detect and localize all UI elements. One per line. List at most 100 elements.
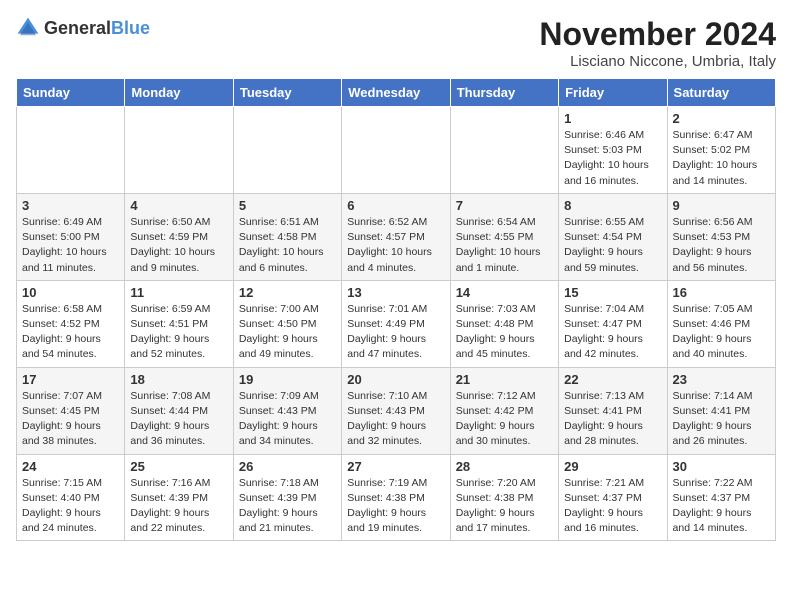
header-cell-sunday: Sunday bbox=[17, 79, 125, 107]
day-info: Sunrise: 6:49 AM Sunset: 5:00 PM Dayligh… bbox=[22, 215, 119, 276]
day-info: Sunrise: 7:19 AM Sunset: 4:38 PM Dayligh… bbox=[347, 476, 444, 537]
day-info: Sunrise: 7:10 AM Sunset: 4:43 PM Dayligh… bbox=[347, 389, 444, 450]
day-number: 9 bbox=[673, 198, 770, 213]
day-cell: 27 Sunrise: 7:19 AM Sunset: 4:38 PM Dayli… bbox=[342, 454, 450, 541]
day-number: 6 bbox=[347, 198, 444, 213]
day-number: 24 bbox=[22, 459, 119, 474]
day-info: Sunrise: 7:14 AM Sunset: 4:41 PM Dayligh… bbox=[673, 389, 770, 450]
logo-text-general: General bbox=[44, 18, 111, 38]
day-cell: 12 Sunrise: 7:00 AM Sunset: 4:50 PM Dayli… bbox=[233, 280, 341, 367]
day-info: Sunrise: 7:07 AM Sunset: 4:45 PM Dayligh… bbox=[22, 389, 119, 450]
day-info: Sunrise: 6:51 AM Sunset: 4:58 PM Dayligh… bbox=[239, 215, 336, 276]
day-info: Sunrise: 6:55 AM Sunset: 4:54 PM Dayligh… bbox=[564, 215, 661, 276]
day-number: 20 bbox=[347, 372, 444, 387]
day-number: 7 bbox=[456, 198, 553, 213]
day-info: Sunrise: 7:03 AM Sunset: 4:48 PM Dayligh… bbox=[456, 302, 553, 363]
day-number: 30 bbox=[673, 459, 770, 474]
day-info: Sunrise: 7:05 AM Sunset: 4:46 PM Dayligh… bbox=[673, 302, 770, 363]
day-number: 16 bbox=[673, 285, 770, 300]
day-number: 3 bbox=[22, 198, 119, 213]
day-number: 10 bbox=[22, 285, 119, 300]
week-row-1: 1 Sunrise: 6:46 AM Sunset: 5:03 PM Daylig… bbox=[17, 107, 776, 194]
day-cell bbox=[125, 107, 233, 194]
day-cell: 30 Sunrise: 7:22 AM Sunset: 4:37 PM Dayli… bbox=[667, 454, 775, 541]
month-title: November 2024 bbox=[539, 16, 776, 53]
day-cell: 11 Sunrise: 6:59 AM Sunset: 4:51 PM Dayli… bbox=[125, 280, 233, 367]
header-cell-tuesday: Tuesday bbox=[233, 79, 341, 107]
logo: GeneralBlue bbox=[16, 16, 150, 40]
logo-icon bbox=[16, 16, 40, 40]
day-cell: 18 Sunrise: 7:08 AM Sunset: 4:44 PM Dayli… bbox=[125, 367, 233, 454]
day-info: Sunrise: 7:08 AM Sunset: 4:44 PM Dayligh… bbox=[130, 389, 227, 450]
day-number: 2 bbox=[673, 111, 770, 126]
location-subtitle: Lisciano Niccone, Umbria, Italy bbox=[539, 53, 776, 70]
day-cell: 8Sunrise: 6:55 AM Sunset: 4:54 PM Daylig… bbox=[559, 193, 667, 280]
day-cell: 21Sunrise: 7:12 AM Sunset: 4:42 PM Dayli… bbox=[450, 367, 558, 454]
day-cell: 4 Sunrise: 6:50 AM Sunset: 4:59 PM Daylig… bbox=[125, 193, 233, 280]
day-cell: 15 Sunrise: 7:04 AM Sunset: 4:47 PM Dayli… bbox=[559, 280, 667, 367]
day-info: Sunrise: 7:21 AM Sunset: 4:37 PM Dayligh… bbox=[564, 476, 661, 537]
day-info: Sunrise: 7:18 AM Sunset: 4:39 PM Dayligh… bbox=[239, 476, 336, 537]
day-number: 13 bbox=[347, 285, 444, 300]
day-cell: 2 Sunrise: 6:47 AM Sunset: 5:02 PM Daylig… bbox=[667, 107, 775, 194]
day-number: 15 bbox=[564, 285, 661, 300]
day-cell: 3 Sunrise: 6:49 AM Sunset: 5:00 PM Daylig… bbox=[17, 193, 125, 280]
day-info: Sunrise: 6:50 AM Sunset: 4:59 PM Dayligh… bbox=[130, 215, 227, 276]
day-number: 27 bbox=[347, 459, 444, 474]
day-info: Sunrise: 7:01 AM Sunset: 4:49 PM Dayligh… bbox=[347, 302, 444, 363]
day-cell: 23 Sunrise: 7:14 AM Sunset: 4:41 PM Dayli… bbox=[667, 367, 775, 454]
day-cell: 20 Sunrise: 7:10 AM Sunset: 4:43 PM Dayli… bbox=[342, 367, 450, 454]
week-row-3: 10 Sunrise: 6:58 AM Sunset: 4:52 PM Dayli… bbox=[17, 280, 776, 367]
day-info: Sunrise: 7:09 AM Sunset: 4:43 PM Dayligh… bbox=[239, 389, 336, 450]
day-cell: 5 Sunrise: 6:51 AM Sunset: 4:58 PM Daylig… bbox=[233, 193, 341, 280]
day-info: Sunrise: 7:12 AM Sunset: 4:42 PM Dayligh… bbox=[456, 389, 553, 450]
day-cell: 19Sunrise: 7:09 AM Sunset: 4:43 PM Dayli… bbox=[233, 367, 341, 454]
day-number: 1 bbox=[564, 111, 661, 126]
logo-text-blue: Blue bbox=[111, 18, 150, 38]
day-cell: 10 Sunrise: 6:58 AM Sunset: 4:52 PM Dayli… bbox=[17, 280, 125, 367]
header-cell-thursday: Thursday bbox=[450, 79, 558, 107]
day-number: 18 bbox=[130, 372, 227, 387]
day-cell: 24Sunrise: 7:15 AM Sunset: 4:40 PM Dayli… bbox=[17, 454, 125, 541]
day-number: 11 bbox=[130, 285, 227, 300]
day-cell: 14 Sunrise: 7:03 AM Sunset: 4:48 PM Dayli… bbox=[450, 280, 558, 367]
header-cell-saturday: Saturday bbox=[667, 79, 775, 107]
day-info: Sunrise: 6:59 AM Sunset: 4:51 PM Dayligh… bbox=[130, 302, 227, 363]
day-number: 12 bbox=[239, 285, 336, 300]
day-info: Sunrise: 7:16 AM Sunset: 4:39 PM Dayligh… bbox=[130, 476, 227, 537]
day-info: Sunrise: 6:47 AM Sunset: 5:02 PM Dayligh… bbox=[673, 128, 770, 189]
day-cell: 7 Sunrise: 6:54 AM Sunset: 4:55 PM Daylig… bbox=[450, 193, 558, 280]
day-cell: 13 Sunrise: 7:01 AM Sunset: 4:49 PM Dayli… bbox=[342, 280, 450, 367]
day-cell: 28Sunrise: 7:20 AM Sunset: 4:38 PM Dayli… bbox=[450, 454, 558, 541]
day-cell: 25 Sunrise: 7:16 AM Sunset: 4:39 PM Dayli… bbox=[125, 454, 233, 541]
day-info: Sunrise: 6:46 AM Sunset: 5:03 PM Dayligh… bbox=[564, 128, 661, 189]
day-info: Sunrise: 7:00 AM Sunset: 4:50 PM Dayligh… bbox=[239, 302, 336, 363]
day-number: 17 bbox=[22, 372, 119, 387]
day-info: Sunrise: 6:58 AM Sunset: 4:52 PM Dayligh… bbox=[22, 302, 119, 363]
day-cell: 29 Sunrise: 7:21 AM Sunset: 4:37 PM Dayli… bbox=[559, 454, 667, 541]
calendar-body: 1 Sunrise: 6:46 AM Sunset: 5:03 PM Daylig… bbox=[17, 107, 776, 541]
day-cell: 16 Sunrise: 7:05 AM Sunset: 4:46 PM Dayli… bbox=[667, 280, 775, 367]
week-row-4: 17 Sunrise: 7:07 AM Sunset: 4:45 PM Dayli… bbox=[17, 367, 776, 454]
day-info: Sunrise: 7:04 AM Sunset: 4:47 PM Dayligh… bbox=[564, 302, 661, 363]
week-row-2: 3 Sunrise: 6:49 AM Sunset: 5:00 PM Daylig… bbox=[17, 193, 776, 280]
day-number: 5 bbox=[239, 198, 336, 213]
day-number: 23 bbox=[673, 372, 770, 387]
day-number: 4 bbox=[130, 198, 227, 213]
day-info: Sunrise: 6:56 AM Sunset: 4:53 PM Dayligh… bbox=[673, 215, 770, 276]
day-number: 14 bbox=[456, 285, 553, 300]
header: GeneralBlue November 2024 Lisciano Nicco… bbox=[16, 16, 776, 70]
day-number: 29 bbox=[564, 459, 661, 474]
day-number: 26 bbox=[239, 459, 336, 474]
day-cell: 1 Sunrise: 6:46 AM Sunset: 5:03 PM Daylig… bbox=[559, 107, 667, 194]
day-info: Sunrise: 7:22 AM Sunset: 4:37 PM Dayligh… bbox=[673, 476, 770, 537]
header-cell-friday: Friday bbox=[559, 79, 667, 107]
day-info: Sunrise: 6:54 AM Sunset: 4:55 PM Dayligh… bbox=[456, 215, 553, 276]
calendar-table: SundayMondayTuesdayWednesdayThursdayFrid… bbox=[16, 78, 776, 541]
title-area: November 2024 Lisciano Niccone, Umbria, … bbox=[539, 16, 776, 70]
day-number: 25 bbox=[130, 459, 227, 474]
day-cell bbox=[450, 107, 558, 194]
day-info: Sunrise: 7:13 AM Sunset: 4:41 PM Dayligh… bbox=[564, 389, 661, 450]
header-cell-monday: Monday bbox=[125, 79, 233, 107]
day-cell: 17 Sunrise: 7:07 AM Sunset: 4:45 PM Dayli… bbox=[17, 367, 125, 454]
